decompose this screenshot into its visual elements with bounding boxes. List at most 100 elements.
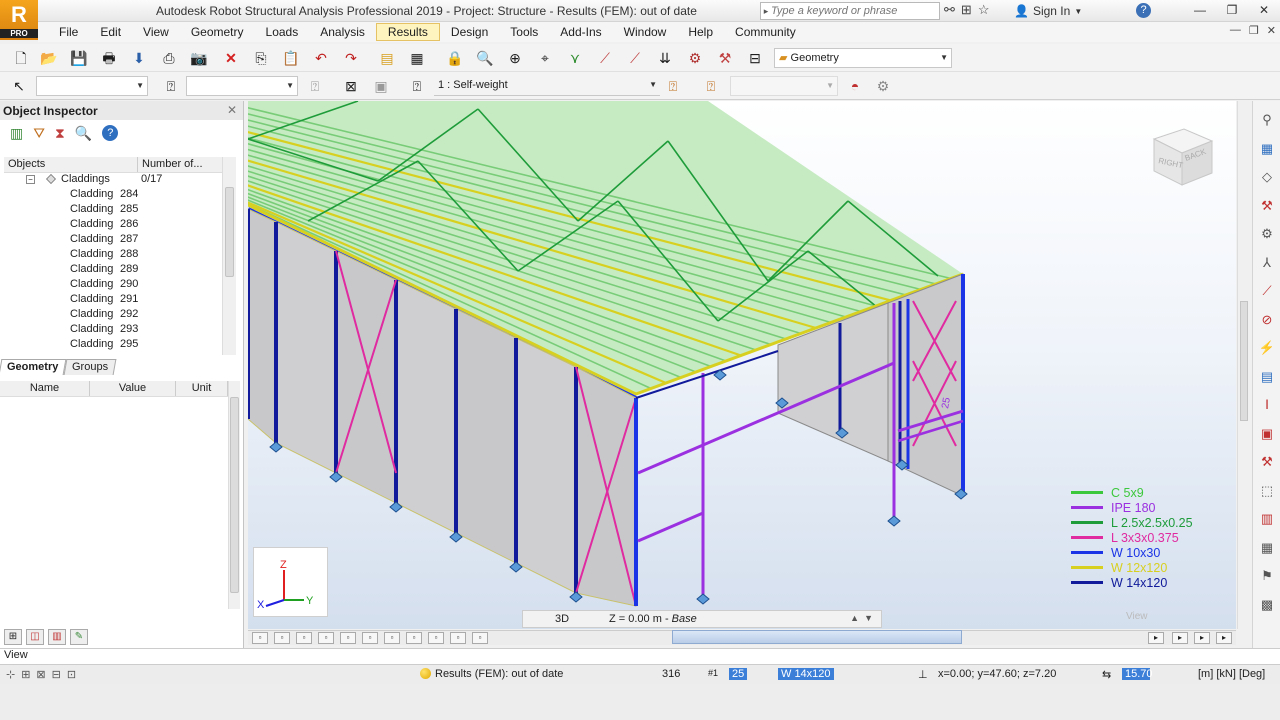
collapse-icon[interactable]: − (26, 175, 35, 184)
bracing-icon[interactable]: ⟋ (624, 47, 646, 69)
wall-cladding-panel[interactable] (395, 279, 457, 534)
pick-cases-icon[interactable]: ⍰ (304, 75, 326, 97)
menu-tools[interactable]: Tools (499, 23, 549, 41)
copy-icon[interactable]: ⎘ (250, 47, 272, 69)
view-nav-icon[interactable]: ▸ (1216, 632, 1232, 644)
cladding-icon[interactable]: ◓ (844, 75, 866, 97)
case-list-icon[interactable]: ▣ (370, 75, 392, 97)
right-tool-icon[interactable]: ▣ (1257, 425, 1277, 443)
zoom-icon[interactable]: ⊕ (504, 47, 526, 69)
right-tool-icon[interactable]: ⟋ (1257, 282, 1277, 300)
tree-scrollbar-thumb[interactable] (225, 187, 234, 277)
menu-view[interactable]: View (132, 23, 180, 41)
bar-icon[interactable]: ⟋ (594, 47, 616, 69)
support-node[interactable] (887, 515, 901, 527)
load-case-prev-icon[interactable]: ⍰ (662, 75, 684, 97)
view-tool-icon[interactable]: ▫ (450, 632, 466, 644)
app-logo[interactable]: R PRO (0, 0, 38, 40)
expand-icon[interactable]: ⊞ (4, 629, 22, 645)
new-file-icon[interactable]: 🗋 (10, 47, 32, 69)
snap-tools-icon[interactable]: ⊹⊞⊠⊟⊡ (6, 668, 82, 681)
menu-design[interactable]: Design (440, 23, 499, 41)
layout-icon[interactable]: ⊟ (744, 47, 766, 69)
view-tool-icon[interactable]: ▫ (362, 632, 378, 644)
tables-icon[interactable]: ▦ (406, 47, 428, 69)
view-tool-icon[interactable]: ▫ (384, 632, 400, 644)
name-column-header[interactable]: Name (0, 381, 90, 396)
tree-item[interactable]: Cladding 284 (4, 188, 224, 203)
bar-number-field[interactable]: 25 (729, 668, 748, 680)
menu-analysis[interactable]: Analysis (309, 23, 376, 41)
length-field[interactable]: 15.70 (1122, 668, 1153, 680)
wall-cladding-panel[interactable] (275, 221, 337, 474)
mode-combo[interactable]: ▼ (730, 76, 838, 96)
view-nav-icon[interactable]: ▸ (1194, 632, 1210, 644)
right-tool-icon[interactable]: ⚡ (1257, 339, 1277, 357)
right-tool-icon[interactable]: ▩ (1257, 596, 1277, 614)
binoculars-icon[interactable]: ⚯ (944, 2, 955, 18)
redo-icon[interactable]: ↷ (340, 47, 362, 69)
hourglass-icon[interactable]: ⧗ (55, 125, 65, 142)
menu-geometry[interactable]: Geometry (180, 23, 255, 41)
view-icon[interactable]: ◫ (26, 629, 44, 645)
value-column-header[interactable]: Value (90, 381, 176, 396)
properties-scrollbar-thumb[interactable] (230, 397, 239, 593)
search-collapse-icon[interactable]: ▸ (761, 6, 771, 17)
section-field[interactable]: W 14x120 (778, 668, 834, 680)
close-icon[interactable]: ✕ (227, 103, 237, 117)
favorites-star-icon[interactable]: ☆ (978, 2, 990, 18)
view-nav-icon[interactable]: ▸ (1172, 632, 1188, 644)
layout-selector[interactable]: ▰ Geometry ▼ (774, 48, 952, 68)
right-tool-icon[interactable]: ▦ (1257, 539, 1277, 557)
calculation-icon[interactable]: ⚙ (684, 47, 706, 69)
view-tool-icon[interactable]: ▫ (472, 632, 488, 644)
save-icon[interactable]: 💾 (68, 47, 90, 69)
screen-capture-icon[interactable]: 📷 (188, 47, 210, 69)
tab-geometry[interactable]: Geometry (0, 359, 67, 375)
right-tool-icon[interactable]: ⅄ (1257, 254, 1277, 272)
node-icon[interactable]: ⋎ (564, 47, 586, 69)
units-display[interactable]: [m] [kN] [Deg] (1198, 668, 1265, 680)
select-cursor-icon[interactable]: ↖ (8, 75, 30, 97)
objects-column-header[interactable]: Objects (4, 157, 138, 172)
menu-window[interactable]: Window (613, 23, 678, 41)
command-line[interactable]: View (0, 648, 1280, 664)
load-case-filter-icon[interactable]: ⍰ (406, 75, 428, 97)
help-search-input[interactable] (771, 5, 931, 17)
right-tool-icon[interactable]: ⚒ (1257, 453, 1277, 471)
doc-close-button[interactable]: ✕ (1267, 24, 1276, 37)
tree-item[interactable]: Cladding 288 (4, 248, 224, 263)
load-case-next-icon[interactable]: ⍰ (700, 75, 722, 97)
tree-item[interactable]: Cladding 286 (4, 218, 224, 233)
subscription-icon[interactable]: ⊞ (961, 2, 972, 18)
select-icon[interactable]: ⌖ (534, 47, 556, 69)
delete-view-icon[interactable]: ▥ (48, 629, 66, 645)
menu-loads[interactable]: Loads (255, 23, 310, 41)
right-tool-icon[interactable]: ⚒ (1257, 197, 1277, 215)
selection-combo[interactable]: ▼ (36, 76, 148, 96)
tree-item[interactable]: Cladding 293 (4, 323, 224, 338)
display-icon[interactable]: ⚙ (872, 75, 894, 97)
close-button[interactable]: ✕ (1248, 0, 1280, 20)
print-preview-icon[interactable]: ⎙ (158, 47, 180, 69)
right-tool-icon[interactable]: ▤ (1257, 368, 1277, 386)
view-tool-icon[interactable]: ▫ (274, 632, 290, 644)
table-icon[interactable]: ▤ (376, 47, 398, 69)
menu-results[interactable]: Results (375, 23, 440, 41)
tree-scrollbar[interactable] (222, 157, 236, 355)
structure-level[interactable]: Z = 0.00 m - Base (609, 613, 697, 625)
right-tool-icon[interactable]: ◇ (1257, 168, 1277, 186)
right-tool-icon[interactable]: ⬚ (1257, 482, 1277, 500)
maximize-button[interactable]: ❐ (1216, 0, 1248, 20)
menu-file[interactable]: File (48, 23, 89, 41)
view-tool-icon[interactable]: ▫ (296, 632, 312, 644)
viewcube[interactable]: RIGHT BACK (1146, 121, 1216, 191)
tree-item[interactable]: Cladding 285 (4, 203, 224, 218)
edit-icon[interactable]: ✎ (70, 629, 88, 645)
support-node[interactable] (696, 593, 710, 605)
right-tool-icon[interactable]: ⚑ (1257, 567, 1277, 585)
viewport-vertical-scrollbar[interactable] (1237, 101, 1250, 629)
tree-item[interactable]: Cladding 289 (4, 263, 224, 278)
view-nav-icon[interactable]: ▸ (1148, 632, 1164, 644)
right-tool-icon[interactable]: ⚙ (1257, 225, 1277, 243)
